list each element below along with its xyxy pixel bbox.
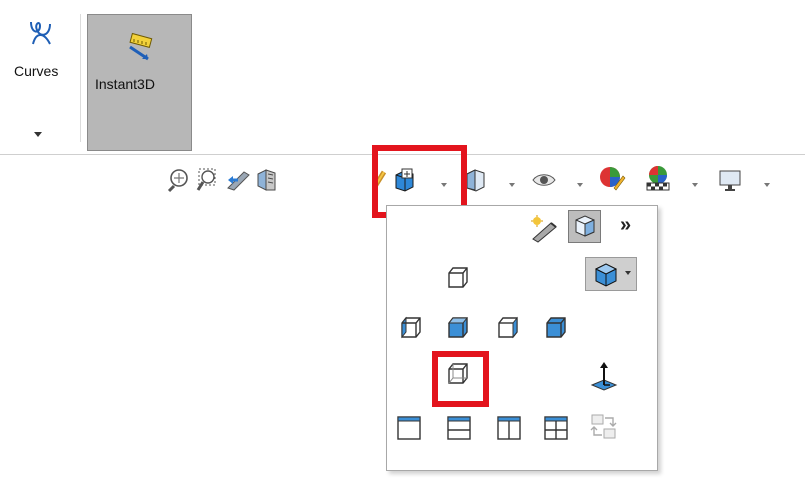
chevron-down-icon[interactable] [34, 132, 42, 137]
view-selector-icon [575, 215, 595, 237]
normal-to-icon[interactable] [588, 360, 620, 392]
display-style-dropdown-icon[interactable] [509, 183, 515, 187]
instant3d-button[interactable]: Instant3D [87, 14, 192, 151]
four-view-icon[interactable] [542, 414, 570, 442]
section-view-icon[interactable] [253, 166, 281, 194]
hide-show-dropdown-icon[interactable] [577, 183, 583, 187]
front-view-icon[interactable] [443, 264, 473, 294]
ribbon-separator [80, 14, 81, 142]
instant3d-icon [129, 32, 153, 61]
top-view-icon[interactable] [443, 314, 473, 344]
two-view-vertical-icon[interactable] [495, 414, 523, 442]
new-view-icon[interactable] [527, 214, 561, 244]
previous-view-icon[interactable] [224, 166, 252, 194]
view-settings-icon[interactable] [716, 166, 744, 194]
left-view-icon[interactable] [396, 314, 426, 344]
edit-appearance-icon[interactable] [598, 164, 626, 192]
curves-button[interactable]: Curves [6, 14, 70, 140]
zoom-to-area-icon[interactable] [193, 166, 221, 194]
curves-label: Curves [14, 63, 59, 79]
isometric-dropdown-icon[interactable] [625, 271, 631, 275]
instant3d-label: Instant3D [95, 76, 155, 92]
apply-scene-dropdown-icon[interactable] [692, 183, 698, 187]
dimetric-highlight [432, 351, 489, 407]
two-view-horizontal-icon[interactable] [445, 414, 473, 442]
isometric-view-icon [594, 263, 618, 287]
zoom-to-fit-icon[interactable] [165, 166, 193, 194]
right-view-icon[interactable] [493, 314, 523, 344]
single-view-icon[interactable] [395, 414, 423, 442]
apply-scene-icon[interactable] [644, 164, 672, 192]
trimetric-view-icon[interactable] [541, 314, 571, 344]
more-options-icon[interactable]: » [620, 214, 631, 237]
command-manager-ribbon: Curves Instant3D [0, 0, 805, 155]
link-views-icon [590, 414, 617, 439]
curves-icon [30, 21, 51, 45]
hide-show-items-icon[interactable] [530, 166, 558, 194]
view-settings-dropdown-icon[interactable] [764, 183, 770, 187]
